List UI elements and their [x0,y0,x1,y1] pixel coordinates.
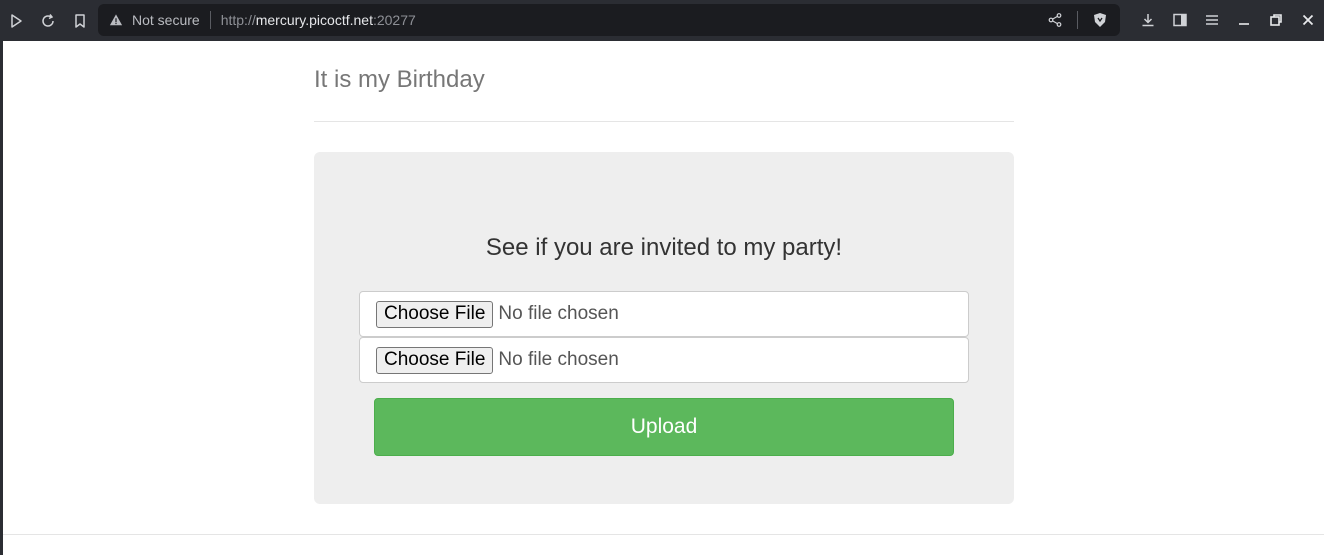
brave-shield-icon[interactable] [1088,4,1112,36]
file-status: No file chosen [498,303,619,324]
play-icon[interactable] [0,5,32,37]
security-label[interactable]: Not secure [132,12,200,28]
sidebar-icon[interactable] [1164,4,1196,36]
window-controls [1132,4,1324,36]
choose-file-button[interactable]: Choose File [376,300,494,328]
close-icon[interactable] [1292,4,1324,36]
file-input-1[interactable]: Choose File No file chosen [359,291,969,337]
url-scheme: http:// [220,12,256,28]
divider [1077,11,1078,29]
panel-heading: See if you are invited to my party! [485,234,843,261]
reload-icon[interactable] [32,5,64,37]
url-host: mercury.picoctf.net [255,12,373,28]
file-input-2[interactable]: Choose File No file chosen [359,337,969,383]
share-icon[interactable] [1043,4,1067,36]
header-divider [314,121,1014,122]
nav-group [0,5,96,37]
footer-divider [3,534,1324,535]
page-title: It is my Birthday [314,66,485,93]
bookmark-icon[interactable] [64,5,96,37]
menu-icon[interactable] [1196,4,1228,36]
browser-toolbar: Not secure http://mercury.picoctf.net:20… [0,0,1324,41]
minimize-icon[interactable] [1228,4,1260,36]
choose-file-button[interactable]: Choose File [376,346,494,374]
url-port: :20277 [372,12,416,28]
divider [209,11,211,29]
maximize-icon[interactable] [1260,4,1292,36]
download-icon[interactable] [1132,4,1164,36]
address-bar[interactable]: Not secure http://mercury.picoctf.net:20… [98,4,1120,36]
window-border [0,41,3,555]
file-status: No file chosen [498,349,619,370]
upload-panel: See if you are invited to my party! Choo… [314,152,1014,504]
warning-icon [108,12,124,28]
urlbar-actions [1043,4,1112,36]
url-text[interactable]: http://mercury.picoctf.net:20277 [221,12,416,28]
upload-button[interactable]: Upload [374,398,954,456]
